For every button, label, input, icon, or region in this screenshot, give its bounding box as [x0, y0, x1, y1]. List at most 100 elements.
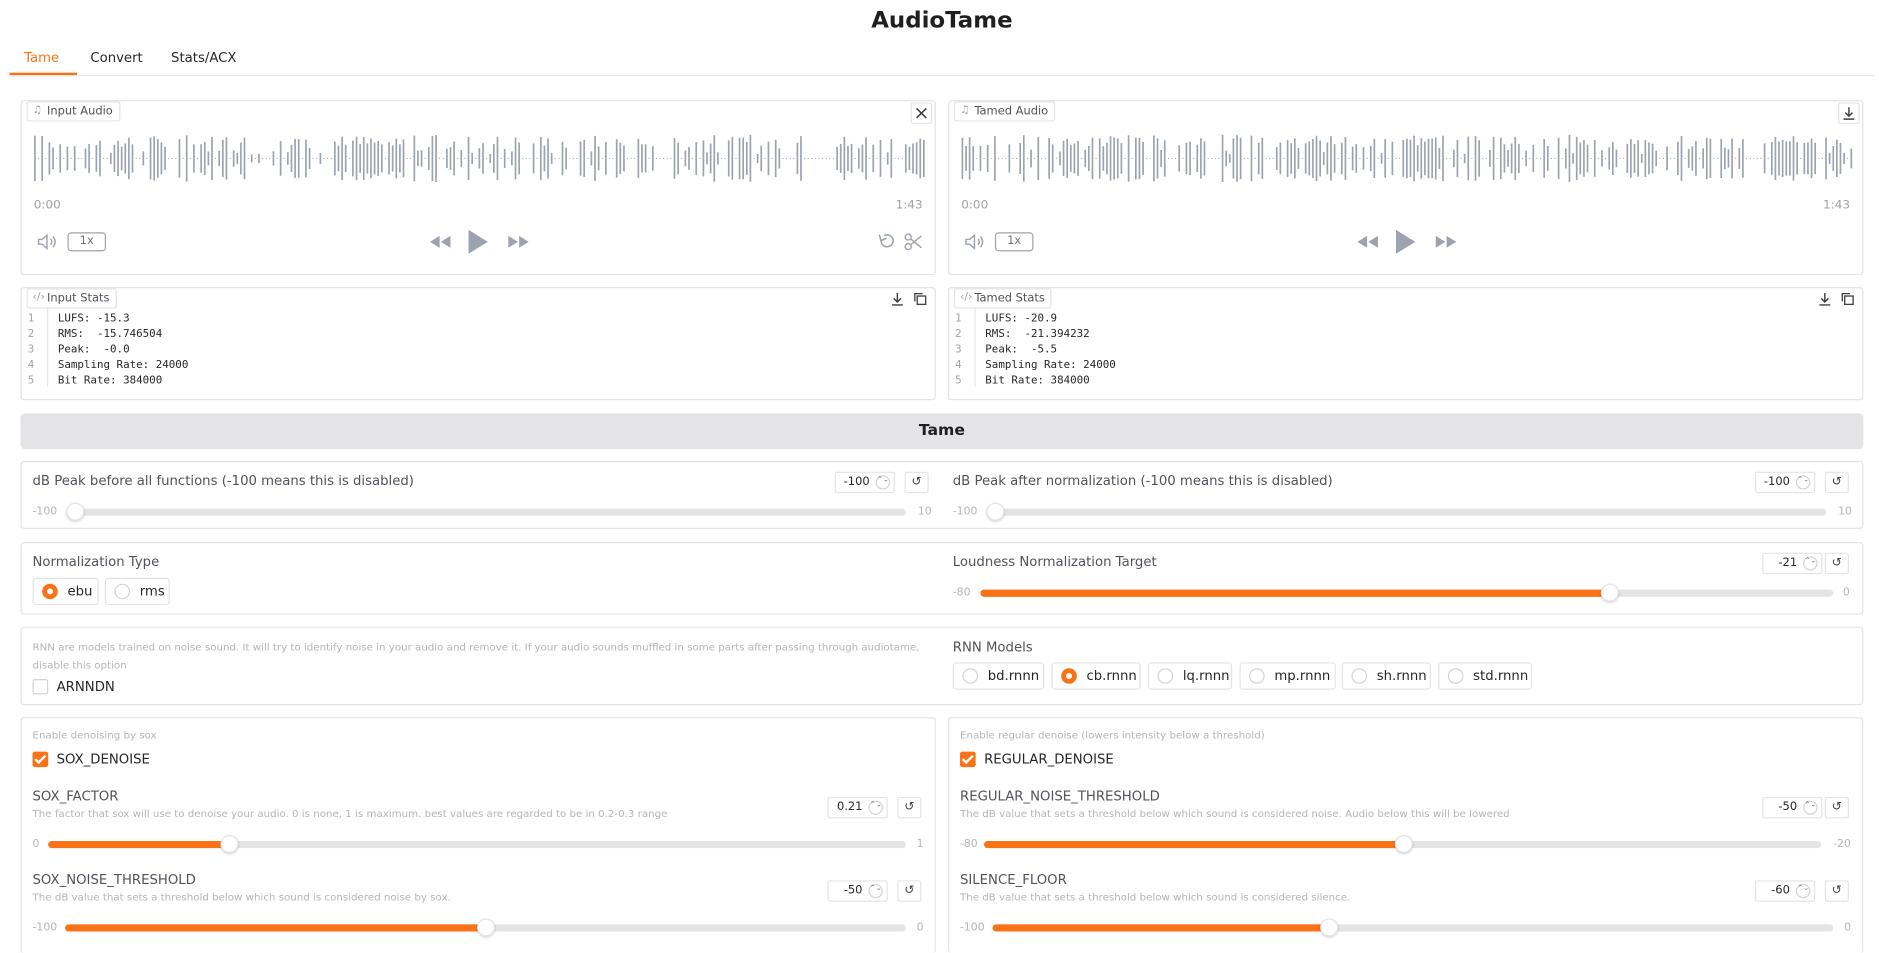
sox-denoise-checkbox[interactable]	[32, 751, 49, 768]
active-tab-indicator	[9, 72, 78, 76]
volume-icon[interactable]	[37, 233, 59, 250]
radio-lq-rnnn[interactable]: lq.rnnn	[1147, 662, 1233, 690]
copy-icon	[1841, 292, 1854, 306]
play-icon[interactable]	[467, 229, 489, 255]
play-icon[interactable]	[1395, 229, 1417, 255]
rewind-icon[interactable]	[1356, 235, 1380, 249]
stepper-icon[interactable]: ⌃⌄	[1795, 475, 1811, 490]
peak-after-number-input[interactable]: -100 ⌃⌄	[1754, 471, 1816, 494]
app-root: AudioTame Tame Convert Stats/ACX ♫ Input…	[0, 0, 1879, 953]
radio-std-rnnn[interactable]: std.rnnn	[1438, 662, 1533, 690]
slider-thumb[interactable]	[219, 835, 238, 853]
tab-tame[interactable]: Tame	[24, 50, 59, 65]
stepper-icon[interactable]: ⌃⌄	[868, 800, 883, 815]
peak-after-label: dB Peak after normalization (-100 means …	[952, 472, 1333, 489]
download-stats-button[interactable]	[887, 289, 910, 311]
line-number-gutter	[46, 308, 49, 388]
slider-thumb[interactable]	[1600, 583, 1620, 602]
radio-label: mp.rnnn	[1274, 668, 1331, 684]
sox-factor-number-input[interactable]: 0.21 ⌃⌄	[827, 796, 888, 819]
radio-bd-rnnn[interactable]: bd.rnnn	[952, 662, 1045, 690]
regular-denoise-checkbox[interactable]	[959, 751, 976, 768]
sox-threshold-reset-button[interactable]: ↺	[897, 880, 922, 902]
stepper-icon[interactable]: ⌃⌄	[1803, 800, 1818, 815]
radio-sh-rnnn[interactable]: sh.rnnn	[1341, 662, 1431, 690]
tab-convert[interactable]: Convert	[90, 50, 142, 65]
tab-stats-acx[interactable]: Stats/ACX	[171, 50, 236, 65]
playback-speed-button[interactable]: 1x	[67, 232, 106, 252]
radio-label: lq.rnnn	[1182, 668, 1230, 684]
range-min: 0	[32, 838, 40, 851]
sox-denoise-panel: Enable denoising by sox SOX_DENOISE SOX_…	[20, 717, 936, 953]
line-number: 3	[955, 344, 962, 357]
slider-thumb[interactable]	[1394, 835, 1413, 853]
line-number: 5	[955, 375, 962, 388]
silence-floor-number-input[interactable]: -60 ⌃⌄	[1754, 880, 1816, 902]
range-min: -80	[959, 838, 978, 851]
peak-after-reset-button[interactable]: ↺	[1824, 471, 1849, 494]
radio-mp-rnnn[interactable]: mp.rnnn	[1239, 662, 1336, 690]
radio-ebu[interactable]: ebu	[32, 577, 99, 606]
sox-factor-slider[interactable]	[48, 835, 906, 853]
sox-factor-reset-button[interactable]: ↺	[897, 796, 922, 819]
input-time-start: 0:00	[33, 198, 61, 213]
peak-before-number-input[interactable]: -100 ⌃⌄	[834, 471, 895, 494]
clear-audio-button[interactable]	[910, 102, 933, 124]
sox-threshold-slider[interactable]	[65, 918, 906, 937]
silence-floor-slider[interactable]	[992, 918, 1834, 937]
peak-after-slider[interactable]	[986, 502, 1827, 521]
loudness-target-number-input[interactable]: -21 ⌃⌄	[1762, 552, 1823, 575]
fast-forward-icon[interactable]	[1433, 235, 1457, 249]
copy-stats-button[interactable]	[1838, 289, 1860, 311]
tamed-stats-label: Tamed Stats	[974, 291, 1045, 305]
normalization-type-label: Normalization Type	[32, 553, 160, 570]
stepper-icon[interactable]: ⌃⌄	[1803, 556, 1818, 571]
playback-speed-button[interactable]: 1x	[994, 232, 1034, 252]
stepper-icon[interactable]: ⌃⌄	[1795, 883, 1811, 899]
tame-button[interactable]: Tame	[20, 413, 1864, 450]
slider-thumb[interactable]	[476, 918, 496, 937]
slider-thumb[interactable]	[1320, 918, 1339, 937]
radio-label: ebu	[67, 583, 93, 600]
peak-before-reset-button[interactable]: ↺	[904, 471, 929, 494]
slider-thumb[interactable]	[986, 502, 1005, 521]
download-audio-button[interactable]	[1838, 102, 1860, 124]
stepper-icon[interactable]: ⌃⌄	[868, 883, 883, 899]
radio-rms[interactable]: rms	[104, 577, 170, 606]
volume-icon[interactable]	[965, 233, 987, 250]
arnndn-checkbox[interactable]	[32, 679, 49, 695]
radio-cb-rnnn[interactable]: cb.rnnn	[1051, 662, 1141, 690]
tamed-time-end: 1:43	[1823, 198, 1851, 213]
input-stats-panel: ‹/› Input Stats 1 LUFS: -15.3 2 RMS: -15.7…	[20, 287, 936, 401]
sox-threshold-number-input[interactable]: -50 ⌃⌄	[827, 880, 888, 902]
regular-threshold-number-input[interactable]: -50 ⌃⌄	[1762, 796, 1823, 819]
loudness-target-label: Loudness Normalization Target	[952, 553, 1157, 570]
line-number: 2	[27, 328, 35, 341]
regular-threshold-slider[interactable]	[984, 835, 1822, 853]
slider-thumb[interactable]	[66, 502, 85, 521]
download-stats-button[interactable]	[1815, 289, 1837, 311]
rewind-icon[interactable]	[429, 235, 453, 249]
radio-dot	[1157, 668, 1174, 684]
radio-dot	[1447, 668, 1464, 684]
input-waveform[interactable]	[34, 132, 925, 184]
fast-forward-icon[interactable]	[506, 235, 530, 249]
silence-floor-reset-button[interactable]: ↺	[1824, 880, 1849, 902]
line-number: 1	[955, 313, 962, 326]
range-min: -100	[952, 506, 978, 519]
range-max: 0	[1842, 587, 1850, 600]
undo-icon[interactable]	[877, 232, 896, 251]
trim-scissors-icon[interactable]	[903, 232, 922, 251]
range-min: -100	[32, 922, 58, 934]
copy-stats-button[interactable]	[910, 289, 933, 311]
regular-threshold-reset-button[interactable]: ↺	[1824, 796, 1849, 819]
radio-dot	[1249, 668, 1265, 684]
tamed-waveform[interactable]	[961, 132, 1853, 184]
slider-fill	[980, 589, 1610, 597]
loudness-target-reset-button[interactable]: ↺	[1824, 552, 1849, 575]
stepper-icon[interactable]: ⌃⌄	[875, 475, 891, 490]
loudness-target-slider[interactable]	[980, 583, 1834, 602]
input-stats-label-tag: ‹/› Input Stats	[26, 288, 117, 309]
peak-before-slider[interactable]	[66, 502, 906, 521]
line-number: 4	[955, 359, 962, 372]
